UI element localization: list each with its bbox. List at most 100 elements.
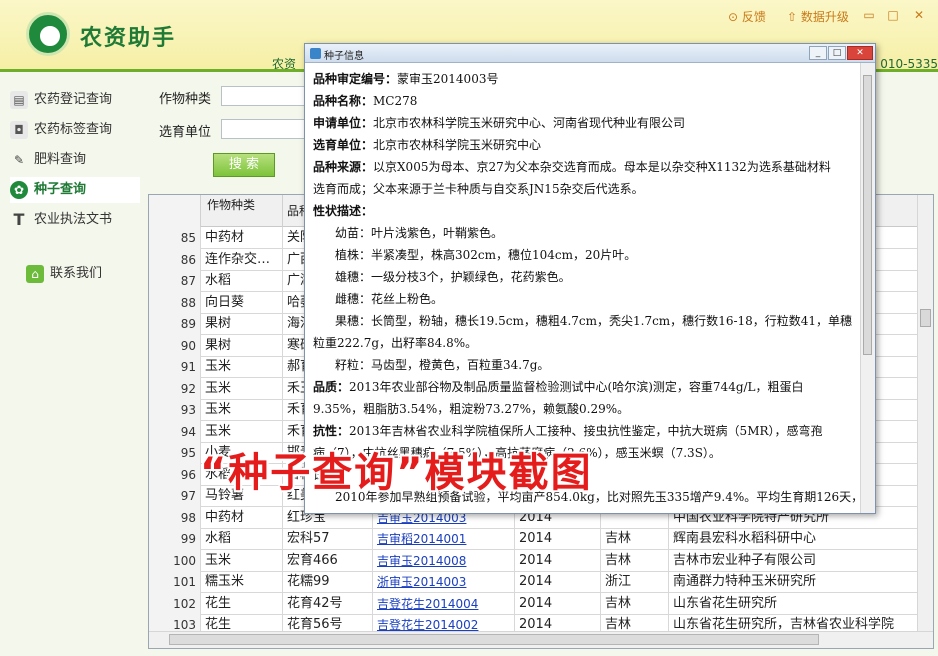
row-number: 102: [149, 592, 201, 615]
close-icon[interactable]: ✕: [912, 8, 926, 22]
dialog-line: 申请单位：北京市农林科学院玉米研究中心、河南省现代种业有限公司: [313, 112, 857, 134]
sidebar: ▤ 农药登记查询 ◘ 农药标签查询 ✎ 肥料查询 ✿ 种子查询 T 农业执法文书 ⌂ 联系我…: [0, 75, 142, 656]
contact-us-label: 联系我们: [50, 266, 103, 281]
app-title: 农资助手: [80, 26, 177, 51]
cell-crop: 玉米: [201, 377, 283, 400]
cell-province: 吉林: [601, 592, 669, 615]
cell-variety: 宏科57: [283, 528, 373, 550]
table-row[interactable]: 102 花生 花育42号 吉登花生2014004 2014 吉林 山东省花生研究所: [149, 592, 919, 615]
dialog-titlebar[interactable]: 种子信息 _ □ ✕: [305, 44, 875, 63]
feedback-label: 反馈: [741, 10, 766, 24]
cell-crop: 中药材: [201, 506, 283, 529]
dialog-vertical-scrollbar[interactable]: [860, 63, 875, 513]
contact-us-button[interactable]: ⌂ 联系我们: [26, 261, 136, 287]
feedback-icon: ⊙: [728, 10, 739, 24]
table-horizontal-scroll-thumb[interactable]: [169, 634, 819, 645]
field-key: 品种名称：: [313, 94, 374, 108]
dialog-maximize-icon[interactable]: □: [828, 46, 846, 60]
bar-chart-icon: ▤: [10, 90, 28, 109]
search-button[interactable]: 搜 索: [213, 153, 275, 177]
field-value: 籽粒：马齿型，橙黄色，百粒重34.7g。: [335, 358, 550, 372]
cell-crop: 花生: [201, 592, 283, 615]
table-row[interactable]: 100 玉米 宏育466 吉审玉2014008 2014 吉林 吉林市宏业种子有限公司: [149, 549, 919, 572]
cell-approval-code[interactable]: 浙审玉2014003: [373, 571, 515, 593]
cell-crop: 玉米: [201, 549, 283, 572]
sidebar-item-label: 农药标签查询: [34, 122, 113, 137]
label-icon: ◘: [10, 120, 28, 139]
field-value: 植株：半紧凑型，株高302cm，穗位104cm，20片叶。: [335, 248, 637, 262]
subbar-phone-text: ：010-5335: [868, 57, 938, 71]
dialog-scroll-thumb[interactable]: [863, 75, 872, 355]
row-number: 96: [149, 463, 201, 486]
dialog-line: 品种来源：以京X005为母本、京27为父本杂交选育而成。母本是以杂交种X1132…: [313, 156, 857, 178]
dialog-line: 品种名称：MC278: [313, 90, 857, 112]
upgrade-icon: ⇧: [787, 10, 798, 24]
cell-crop: 向日葵: [201, 291, 283, 314]
cell-crop: 中药材: [201, 227, 283, 249]
cell-crop: 连作杂交…: [201, 248, 283, 271]
field-value: 2013年吉林省农业科学院植保所人工接种、接虫抗性鉴定，中抗大斑病（5MR），感…: [349, 424, 823, 438]
minimize-icon[interactable]: ▭: [862, 8, 876, 22]
cell-province: 浙江: [601, 571, 669, 593]
screenshot-caption: “种子查询”模块截图: [200, 450, 593, 496]
field-value: 北京市农林科学院玉米研究中心、河南省现代种业有限公司: [373, 116, 686, 130]
row-number: 87: [149, 270, 201, 292]
row-number: 85: [149, 227, 201, 249]
crop-type-input[interactable]: [221, 86, 311, 106]
field-value: 2013年农业部谷物及制品质量监督检验测试中心(哈尔滨)测定，容重744g/L，…: [349, 380, 804, 394]
column-header-crop[interactable]: 作物种类: [201, 195, 283, 227]
cell-year: 2014: [515, 571, 601, 593]
sidebar-item-pesticide-registration[interactable]: ▤ 农药登记查询: [10, 87, 140, 113]
field-value: MC278: [373, 94, 418, 108]
table-horizontal-scrollbar[interactable]: [149, 631, 933, 648]
field-value: 9.35%，粗脂肪3.54%，粗淀粉73.27%，赖氨酸0.29%。: [313, 402, 630, 416]
cell-year: 2014: [515, 592, 601, 615]
cell-approval-code[interactable]: 吉审玉2014008: [373, 549, 515, 572]
field-value: 蒙审玉2014003号: [397, 72, 499, 86]
app-logo-icon: [26, 12, 70, 56]
field-value: 果穗：长筒型，粉轴，穗长19.5cm，穗粗4.7cm，秃尖1.7cm，穗行数16…: [335, 314, 853, 328]
row-number: 100: [149, 549, 201, 572]
cell-organization: 山东省花生研究所: [669, 592, 919, 615]
table-row[interactable]: 101 糯玉米 花糯99 浙审玉2014003 2014 浙江 南通群力特种玉米研究所: [149, 571, 919, 593]
dialog-close-icon[interactable]: ✕: [847, 46, 873, 60]
sidebar-item-label: 农业执法文书: [34, 212, 113, 227]
row-number: 91: [149, 356, 201, 378]
cell-province: 吉林: [601, 528, 669, 550]
cell-year: 2014: [515, 549, 601, 572]
table-vertical-scroll-thumb[interactable]: [920, 309, 931, 327]
dialog-title: 种子信息: [324, 51, 364, 62]
cell-province: 吉林: [601, 549, 669, 572]
dialog-line: 抗性：2013年吉林省农业科学院植保所人工接种、接虫抗性鉴定，中抗大斑病（5MR…: [313, 420, 857, 442]
dialog-minimize-icon[interactable]: _: [809, 46, 827, 60]
dialog-line: 选育而成；父本来源于兰卡种质与自交系JN15杂交后代选系。: [313, 178, 857, 200]
cell-approval-code[interactable]: 吉审稻2014001: [373, 528, 515, 550]
maximize-icon[interactable]: □: [886, 8, 900, 22]
row-number: 98: [149, 506, 201, 529]
cell-year: 2014: [515, 528, 601, 550]
dialog-line: 植株：半紧凑型，株高302cm，穗位104cm，20片叶。: [313, 244, 857, 266]
table-vertical-scrollbar[interactable]: [917, 195, 933, 631]
table-row[interactable]: 99 水稻 宏科57 吉审稻2014001 2014 吉林 辉南县宏科水稻科研中心: [149, 528, 919, 550]
sidebar-item-label: 农药登记查询: [34, 92, 113, 107]
dialog-line: 粒重222.7g，出籽率84.8%。: [313, 332, 857, 354]
feedback-button[interactable]: ⊙ 反馈: [728, 8, 766, 25]
sidebar-item-law-documents[interactable]: T 农业执法文书: [10, 207, 140, 233]
breeder-input[interactable]: [221, 119, 311, 139]
row-number: 99: [149, 528, 201, 550]
field-value: 粒重222.7g，出籽率84.8%。: [313, 336, 478, 350]
row-number-header: [149, 195, 201, 227]
dialog-line: 9.35%，粗脂肪3.54%，粗淀粉73.27%，赖氨酸0.29%。: [313, 398, 857, 420]
sidebar-item-fertilizer[interactable]: ✎ 肥料查询: [10, 147, 140, 173]
cell-crop: 玉米: [201, 399, 283, 421]
data-upgrade-button[interactable]: ⇧ 数据升级: [787, 8, 849, 25]
cell-approval-code[interactable]: 吉登花生2014004: [373, 592, 515, 615]
cell-variety: 花糯99: [283, 571, 373, 593]
breeder-label: 选育单位: [159, 125, 212, 140]
sidebar-item-seed[interactable]: ✿ 种子查询: [10, 177, 140, 203]
field-value: 幼苗：叶片浅紫色，叶鞘紫色。: [335, 226, 504, 240]
row-number: 89: [149, 313, 201, 335]
dialog-line: 籽粒：马齿型，橙黄色，百粒重34.7g。: [313, 354, 857, 376]
sidebar-item-pesticide-label[interactable]: ◘ 农药标签查询: [10, 117, 140, 143]
upgrade-label: 数据升级: [800, 10, 849, 24]
